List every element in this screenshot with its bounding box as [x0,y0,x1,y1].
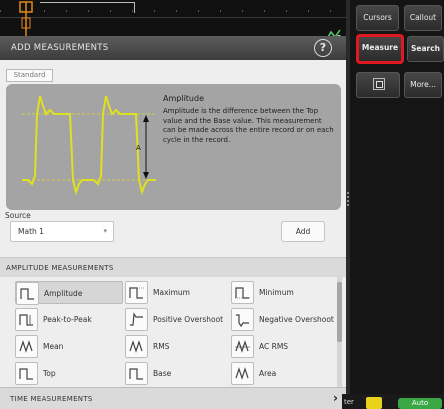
measurement-label: RMS [153,341,170,351]
measurement-maximum[interactable]: Maximum [125,281,233,304]
area-icon [231,362,254,385]
measurement-base[interactable]: Base [125,362,233,385]
rms-icon [125,335,148,358]
measurement-label: AC RMS [259,341,289,351]
measurement-amplitude[interactable]: Amplitude [15,281,123,305]
zoom-icon [373,78,385,90]
panel-title: ADD MEASUREMENTS [11,43,109,53]
measurement-positive-overshoot[interactable]: Positive Overshoot [125,308,233,331]
chevron-down-icon: ▾ [103,227,107,235]
measurement-area[interactable]: Area [231,362,339,385]
record-view-bracket [40,2,135,13]
measurement-top[interactable]: Top [15,362,123,385]
divider-grip-icon[interactable] [347,192,349,206]
amplitude-measurements-section-header[interactable]: AMPLITUDE MEASUREMENTS [0,257,346,277]
bottom-status-text: ter [344,398,354,406]
measurement-label: Positive Overshoot [153,314,224,324]
base-icon [125,362,148,385]
time-measurements-section-header[interactable]: TIME MEASUREMENTS › [0,387,346,409]
section-label: TIME MEASUREMENTS [10,395,93,403]
measurement-label: Area [259,368,277,378]
section-label: AMPLITUDE MEASUREMENTS [6,264,114,272]
measurement-label: Amplitude [44,288,83,298]
search-button[interactable]: Search [407,36,444,62]
measurement-minimum[interactable]: Minimum [231,281,339,304]
waveform-strip [0,0,346,40]
peak-to-peak-icon [15,308,38,331]
maximum-icon [125,281,148,304]
measurement-rms[interactable]: RMS [125,335,233,358]
top-icon [15,362,38,385]
source-label: Source [5,211,31,220]
measurement-label: Maximum [153,287,190,297]
measurement-description: Amplitude is the difference between the … [163,107,334,144]
amplitude-marker-label: A [136,144,141,152]
measurement-preview: A Amplitude Amplitude is the difference … [6,84,341,210]
cursors-button[interactable]: Cursors [356,5,399,31]
waveform-baseline [0,17,346,18]
measurement-label: Peak-to-Peak [43,314,92,324]
callout-button[interactable]: Callout [404,5,442,31]
measurement-title: Amplitude [163,94,204,103]
add-button[interactable]: Add [281,221,325,242]
source-value: Math 1 [18,227,44,236]
negative-overshoot-icon [231,308,254,331]
channel-1-badge[interactable] [366,397,382,409]
chevron-right-icon: › [333,391,338,405]
zoom-button[interactable] [356,72,400,98]
trigger-marker-icon[interactable] [18,0,34,36]
measurement-label: Mean [43,341,64,351]
help-icon[interactable]: ? [314,39,332,57]
minimum-icon [231,281,254,304]
add-measurements-panel: ADD MEASUREMENTS ? Standard A Amplitude … [0,36,346,409]
amplitude-icon [16,282,39,305]
measurement-peak-to-peak[interactable]: Peak-to-Peak [15,308,123,331]
ac-rms-icon [231,335,254,358]
auto-trigger-badge[interactable]: Auto [398,398,442,409]
measurement-label: Minimum [259,287,294,297]
measurement-ac-rms[interactable]: AC RMS [231,335,339,358]
measurement-label: Negative Overshoot [259,314,334,324]
panel-header: ADD MEASUREMENTS ? [0,36,346,60]
measure-button[interactable]: Measure [356,34,404,64]
measurement-label: Base [153,368,172,378]
more-button[interactable]: More... [404,72,442,98]
tab-standard[interactable]: Standard [6,69,53,82]
mean-icon [15,335,38,358]
panel-scrollbar-thumb[interactable] [337,282,342,342]
measurement-negative-overshoot[interactable]: Negative Overshoot [231,308,339,331]
measurement-label: Top [43,368,56,378]
measurement-mean[interactable]: Mean [15,335,123,358]
source-select[interactable]: Math 1 ▾ [10,221,114,242]
positive-overshoot-icon [125,308,148,331]
